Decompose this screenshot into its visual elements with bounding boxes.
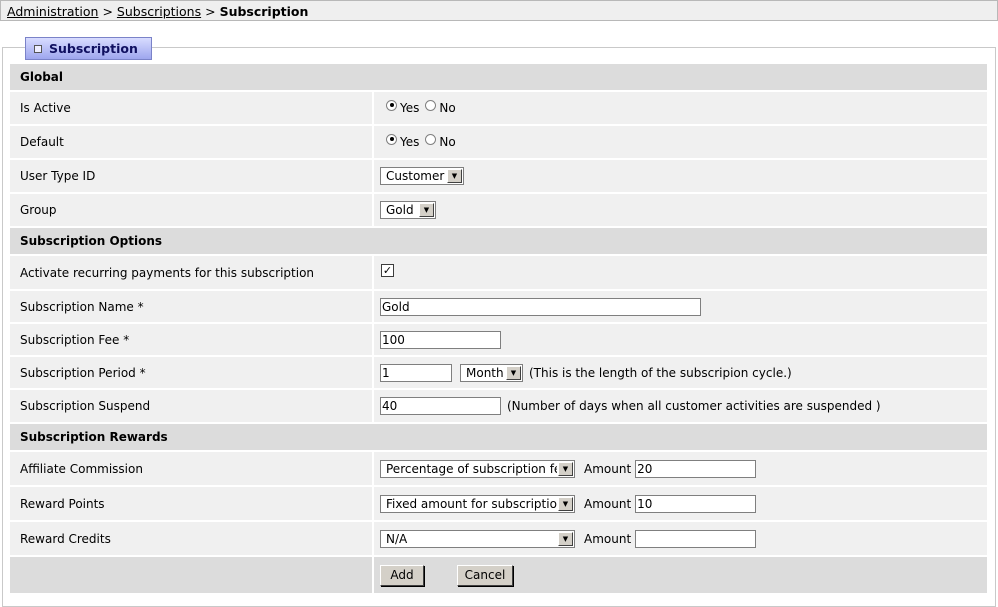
default-yes-radio[interactable] xyxy=(386,133,397,145)
field-value: Customer ▼ xyxy=(374,160,987,192)
is-active-no-radio[interactable] xyxy=(425,99,437,111)
field-label: Is Active xyxy=(10,92,372,124)
subscription-name-input[interactable]: Gold xyxy=(380,297,701,316)
section-header-options: Subscription Options xyxy=(10,228,987,256)
chevron-down-icon: ▼ xyxy=(558,496,573,511)
add-button[interactable]: Add xyxy=(380,564,424,586)
section-header-global: Global xyxy=(10,64,987,92)
field-label: Activate recurring payments for this sub… xyxy=(10,256,372,289)
field-value: 40 (Number of days when all customer act… xyxy=(374,390,987,422)
cancel-button[interactable]: Cancel xyxy=(457,564,513,586)
field-value: Gold xyxy=(374,291,987,322)
group-select[interactable]: Gold ▼ xyxy=(380,201,436,219)
row-reward-points: Reward Points Fixed amount for subscript… xyxy=(10,487,987,522)
row-recurring: Activate recurring payments for this sub… xyxy=(10,256,987,291)
field-value: Gold ▼ xyxy=(374,194,987,226)
row-is-active: Is Active Yes No xyxy=(10,92,987,126)
field-value: Fixed amount for subscription ▼ Amount 1… xyxy=(374,487,987,520)
row-name: Subscription Name * Gold xyxy=(10,291,987,324)
subscription-form: Global Is Active Yes No Default Yes No U… xyxy=(10,64,987,593)
suspend-note: (Number of days when all customer activi… xyxy=(507,399,881,413)
field-label: Subscription Name * xyxy=(10,291,372,322)
row-actions: Add Cancel xyxy=(10,557,987,593)
field-label: Subscription Suspend xyxy=(10,390,372,422)
field-value: 1 Month ▼ (This is the length of the sub… xyxy=(374,357,987,388)
field-value: Percentage of subscription fee ▼ Amount … xyxy=(374,452,987,485)
row-period: Subscription Period * 1 Month ▼ (This is… xyxy=(10,357,987,390)
chevron-down-icon: ▼ xyxy=(506,365,521,380)
subscription-fee-input[interactable]: 100 xyxy=(380,330,501,349)
subscription-suspend-input[interactable]: 40 xyxy=(380,397,501,415)
field-value: ✓ xyxy=(374,256,987,289)
field-label: User Type ID xyxy=(10,160,372,192)
affiliate-amount-input[interactable]: 20 xyxy=(635,459,757,478)
section-header-rewards: Subscription Rewards xyxy=(10,424,987,452)
chevron-down-icon: ▼ xyxy=(558,461,573,476)
chevron-down-icon: ▼ xyxy=(419,203,434,217)
user-type-select[interactable]: Customer ▼ xyxy=(380,167,464,185)
field-label: Subscription Fee * xyxy=(10,324,372,355)
breadcrumb-separator: > xyxy=(102,4,113,19)
radio-label: No xyxy=(439,135,456,149)
section-title: Global xyxy=(20,70,64,84)
default-no-radio[interactable] xyxy=(425,133,437,145)
reward-credits-select[interactable]: N/A ▼ xyxy=(380,529,575,548)
section-title: Subscription Rewards xyxy=(20,430,168,444)
field-value: 100 xyxy=(374,324,987,355)
reward-points-amount-input[interactable]: 10 xyxy=(635,494,757,513)
row-reward-credits: Reward Credits N/A ▼ Amount xyxy=(10,522,987,557)
chevron-down-icon: ▼ xyxy=(558,531,573,546)
breadcrumb: Administration > Subscriptions > Subscri… xyxy=(0,0,998,21)
reward-points-select[interactable]: Fixed amount for subscription ▼ xyxy=(380,494,575,513)
field-value: Yes No xyxy=(374,92,987,124)
field-value: N/A ▼ Amount xyxy=(374,522,987,555)
field-label: Group xyxy=(10,194,372,226)
field-value: Yes No xyxy=(374,126,987,158)
row-group: Group Gold ▼ xyxy=(10,194,987,228)
recurring-checkbox[interactable]: ✓ xyxy=(381,264,394,277)
section-title: Subscription Options xyxy=(20,234,163,248)
field-label: Affiliate Commission xyxy=(10,452,372,485)
select-value: N/A xyxy=(386,531,408,546)
breadcrumb-link-subscriptions[interactable]: Subscriptions xyxy=(117,4,201,19)
row-user-type: User Type ID Customer ▼ xyxy=(10,160,987,194)
period-unit-select[interactable]: Month ▼ xyxy=(460,363,523,382)
tab-label: Subscription xyxy=(49,41,138,56)
row-default: Default Yes No xyxy=(10,126,987,160)
radio-label: Yes xyxy=(400,101,420,115)
reward-credits-amount-input[interactable] xyxy=(635,529,757,548)
select-value: Customer xyxy=(386,169,445,183)
field-label: Reward Credits xyxy=(10,522,372,555)
is-active-yes-radio[interactable] xyxy=(386,99,397,111)
period-note: (This is the length of the subscripion c… xyxy=(529,365,792,380)
radio-label: Yes xyxy=(400,135,420,149)
select-value: Month xyxy=(466,365,504,380)
amount-label: Amount xyxy=(584,496,632,511)
row-suspend: Subscription Suspend 40 (Number of days … xyxy=(10,390,987,424)
radio-label: No xyxy=(439,101,456,115)
select-value: Fixed amount for subscription xyxy=(386,496,557,511)
amount-label: Amount xyxy=(584,531,632,546)
tab-subscription[interactable]: Subscription xyxy=(25,37,152,60)
chevron-down-icon: ▼ xyxy=(447,169,462,183)
select-value: Gold xyxy=(386,203,414,217)
field-label: Reward Points xyxy=(10,487,372,520)
breadcrumb-current: Subscription xyxy=(219,4,309,19)
breadcrumb-separator: > xyxy=(205,4,216,19)
breadcrumb-link-administration[interactable]: Administration xyxy=(7,4,98,19)
actions-spacer xyxy=(10,557,372,593)
select-value: Percentage of subscription fee xyxy=(386,461,557,476)
actions-cell: Add Cancel xyxy=(374,557,987,593)
amount-label: Amount xyxy=(584,461,632,476)
affiliate-commission-select[interactable]: Percentage of subscription fee ▼ xyxy=(380,459,575,478)
row-affiliate: Affiliate Commission Percentage of subsc… xyxy=(10,452,987,487)
subscription-period-input[interactable]: 1 xyxy=(380,363,452,382)
square-icon xyxy=(34,44,42,53)
row-fee: Subscription Fee * 100 xyxy=(10,324,987,357)
field-label: Subscription Period * xyxy=(10,357,372,388)
field-label: Default xyxy=(10,126,372,158)
